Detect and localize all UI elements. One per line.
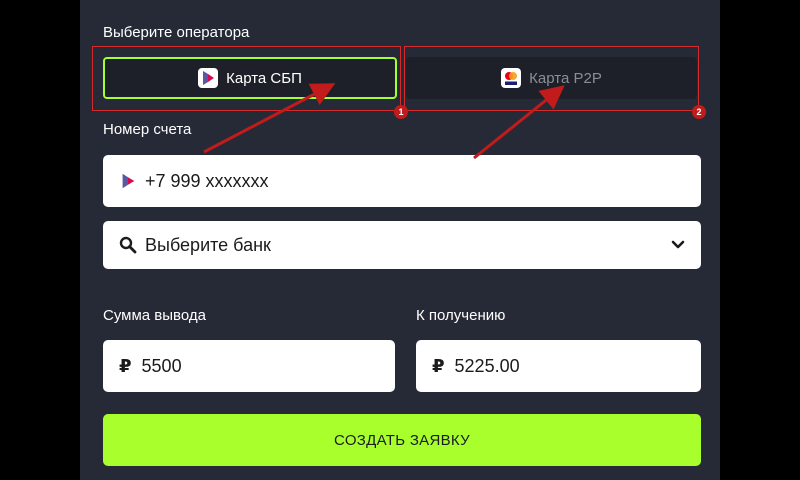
annotation-box-2 [404,46,699,111]
annotation-marker-1: 1 [394,105,408,119]
ruble-currency-symbol: ₽ [119,355,132,376]
withdraw-amount-input[interactable]: ₽ 5500 [103,340,395,392]
bank-select[interactable]: Выберите банк [103,221,701,269]
receive-amount-field: ₽ 5225.00 [416,340,701,392]
annotation-marker-2: 2 [692,105,706,119]
search-icon [119,236,137,254]
account-number-label: Номер счета [103,121,192,138]
operator-section-label: Выберите оператора [103,24,250,41]
chevron-down-icon [671,240,685,250]
annotation-box-1 [92,46,401,111]
account-number-value: +7 999 xxxxxxx [145,170,269,191]
withdraw-amount-value: 5500 [141,355,182,376]
create-request-button[interactable]: СОЗДАТЬ ЗАЯВКУ [103,414,701,466]
account-number-field[interactable]: +7 999 xxxxxxx [103,155,701,207]
withdraw-amount-label: Сумма вывода [103,307,206,324]
bank-select-placeholder: Выберите банк [145,234,271,255]
sbp-logo-icon [119,172,137,190]
receive-amount-label: К получению [416,307,506,324]
receive-amount-value: 5225.00 [454,355,520,376]
ruble-currency-symbol: ₽ [432,355,445,376]
